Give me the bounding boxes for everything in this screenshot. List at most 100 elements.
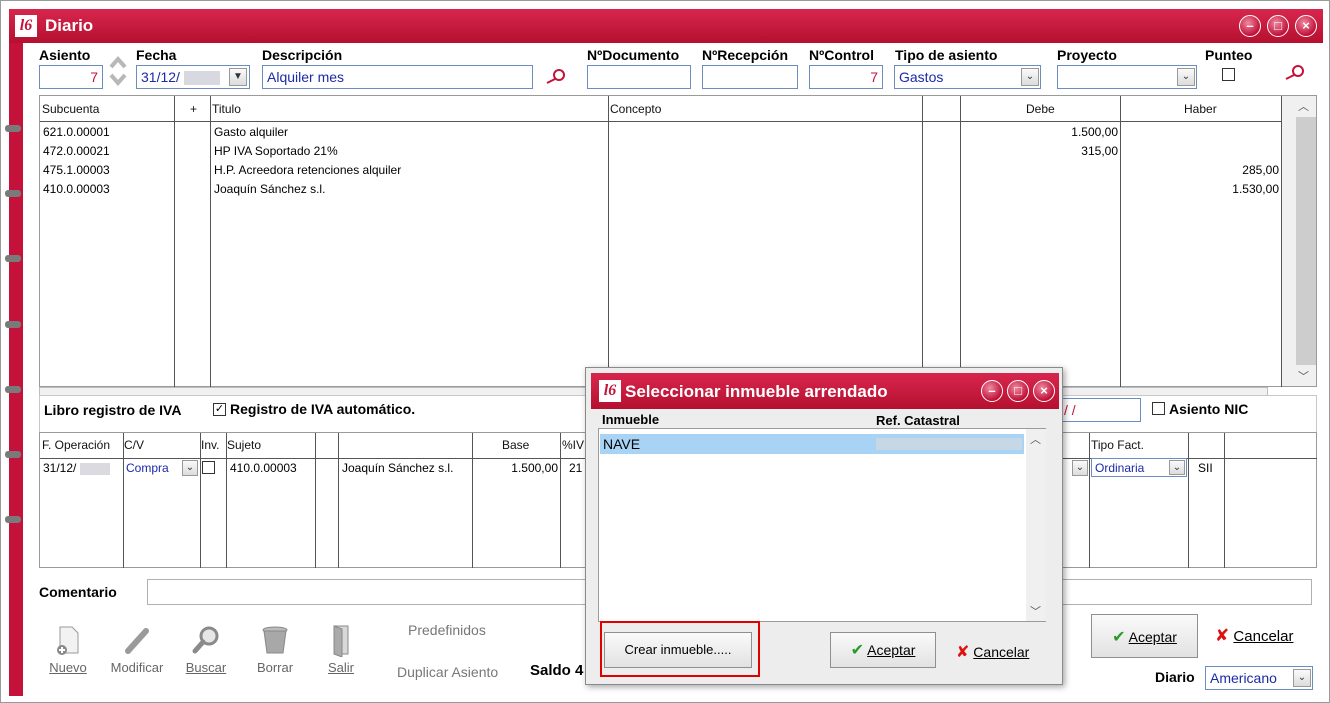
borrar-button[interactable]: Borrar bbox=[251, 623, 299, 675]
dialog-cancel-x-icon: ✘ bbox=[956, 644, 970, 661]
binder-ring-icon bbox=[5, 190, 21, 197]
row-subcuenta[interactable]: 621.0.00001 bbox=[43, 125, 110, 139]
nrecepcion-field[interactable] bbox=[702, 65, 798, 89]
tipo-fact-dropdown-icon[interactable]: ⌄ bbox=[1169, 460, 1185, 475]
iva-row-sii: SII bbox=[1198, 461, 1213, 475]
nuevo-button[interactable]: Nuevo bbox=[45, 623, 91, 675]
punteo-checkbox[interactable] bbox=[1222, 68, 1235, 81]
cv-dropdown-icon[interactable]: ⌄ bbox=[182, 460, 198, 476]
entries-scrollbar[interactable]: ︿ ﹀ bbox=[1282, 96, 1316, 386]
col-cv: C/V bbox=[124, 438, 145, 452]
modificar-button[interactable]: Modificar bbox=[107, 623, 167, 675]
diario-label: Diario bbox=[1155, 669, 1195, 685]
salir-button[interactable]: Salir bbox=[319, 623, 363, 675]
iva-inv-checkbox[interactable] bbox=[202, 461, 215, 474]
dialog-close-icon[interactable]: × bbox=[1033, 380, 1055, 402]
iva-row-piva[interactable]: 21 bbox=[569, 461, 582, 475]
col-piva: %IV bbox=[562, 438, 585, 452]
search-icon[interactable] bbox=[1283, 63, 1307, 81]
buscar-button[interactable]: Buscar bbox=[181, 623, 231, 675]
col-divider bbox=[608, 96, 609, 387]
col-f-operacion: F. Operación bbox=[42, 438, 111, 452]
descripcion-label: Descripción bbox=[262, 47, 343, 63]
iva-row-cv[interactable]: Compra bbox=[126, 461, 169, 475]
row-haber[interactable]: 285,00 bbox=[1122, 163, 1279, 177]
dialog-aceptar-label: Aceptar bbox=[867, 642, 916, 658]
predefinidos-button[interactable]: Predefinidos bbox=[408, 622, 486, 638]
col-inmueble: Inmueble bbox=[602, 412, 660, 427]
row-haber[interactable]: 1.530,00 bbox=[1122, 182, 1279, 196]
descripcion-field[interactable]: Alquiler mes bbox=[262, 65, 533, 89]
iva-section-label: Libro registro de IVA bbox=[44, 402, 182, 418]
aceptar-label: Aceptar bbox=[1128, 629, 1177, 645]
row-titulo[interactable]: Gasto alquiler bbox=[214, 125, 288, 139]
proyecto-select[interactable] bbox=[1057, 65, 1197, 89]
minimize-icon[interactable]: – bbox=[1239, 15, 1261, 37]
aceptar-button[interactable]: ✔ Aceptar bbox=[1091, 614, 1198, 658]
dialog-minimize-icon[interactable]: – bbox=[981, 380, 1003, 402]
row-subcuenta[interactable]: 475.1.00003 bbox=[43, 163, 110, 177]
proyecto-label: Proyecto bbox=[1057, 47, 1117, 63]
proyecto-dropdown-icon[interactable]: ⌄ bbox=[1177, 68, 1195, 86]
row-subcuenta[interactable]: 410.0.00003 bbox=[43, 182, 110, 196]
buscar-label: Buscar bbox=[185, 660, 227, 675]
row-titulo[interactable]: HP IVA Soportado 21% bbox=[214, 144, 338, 158]
ndocumento-field[interactable] bbox=[587, 65, 691, 89]
entries-grid: Subcuenta + Titulo Concepto Debe Haber 6… bbox=[39, 95, 1317, 387]
dialog-cancelar-button[interactable]: ✘ Cancelar bbox=[956, 642, 1029, 662]
maximize-icon[interactable]: □ bbox=[1267, 15, 1289, 37]
iva-fecha-redacted bbox=[79, 462, 110, 475]
asiento-field[interactable]: 7 bbox=[39, 65, 103, 89]
dialog-scroll-up-icon[interactable]: ︿ bbox=[1030, 431, 1041, 447]
tipo-asiento-label: Tipo de asiento bbox=[895, 47, 998, 63]
diario-dropdown-icon[interactable]: ⌄ bbox=[1293, 669, 1311, 687]
iva-row-sujeto[interactable]: 410.0.00003 bbox=[230, 461, 297, 475]
asiento-spinner-icon[interactable] bbox=[108, 53, 128, 89]
search-descripcion-icon[interactable] bbox=[544, 67, 568, 85]
dialog-scrollbar[interactable]: ︿ ﹀ bbox=[1026, 429, 1046, 621]
ncontrol-field[interactable]: 7 bbox=[809, 65, 883, 89]
fecha-dropdown-icon[interactable]: ▼ bbox=[229, 68, 247, 86]
row-titulo[interactable]: Joaquín Sánchez s.l. bbox=[214, 182, 325, 196]
iva-auto-checkbox[interactable]: ✓ bbox=[213, 403, 226, 416]
col-divider bbox=[226, 433, 227, 568]
dialog-aceptar-button[interactable]: ✔ Aceptar bbox=[830, 632, 936, 668]
row-titulo[interactable]: H.P. Acreedora retenciones alquiler bbox=[214, 163, 401, 177]
iva-row-base[interactable]: 1.500,00 bbox=[474, 461, 558, 475]
seleccionar-inmueble-dialog: l6 Seleccionar inmueble arrendado – □ × … bbox=[585, 367, 1063, 685]
iva-date-field[interactable]: / / bbox=[1059, 398, 1141, 422]
fecha-value: 31/12/ bbox=[141, 69, 180, 85]
ndocumento-label: NºDocumento bbox=[587, 47, 680, 63]
close-icon[interactable]: × bbox=[1295, 15, 1317, 37]
dialog-maximize-icon[interactable]: □ bbox=[1007, 380, 1029, 402]
comentario-label: Comentario bbox=[39, 584, 117, 600]
binder-ring-icon bbox=[5, 386, 21, 393]
cancelar-button[interactable]: ✘ Cancelar bbox=[1215, 626, 1293, 646]
duplicar-asiento-button[interactable]: Duplicar Asiento bbox=[397, 664, 498, 680]
dialog-scroll-down-icon[interactable]: ﹀ bbox=[1030, 603, 1041, 619]
scroll-down-icon[interactable]: ﹀ bbox=[1298, 368, 1309, 384]
fecha-label: Fecha bbox=[136, 47, 177, 63]
tipo-asiento-dropdown-icon[interactable]: ⌄ bbox=[1021, 68, 1039, 86]
iva-row-nombre[interactable]: Joaquín Sánchez s.l. bbox=[342, 461, 453, 475]
fecha-year-redacted bbox=[183, 71, 220, 86]
iva-row-fecha[interactable]: 31/12/ bbox=[43, 461, 110, 475]
list-item[interactable]: NAVE bbox=[600, 434, 1024, 454]
binder-ring-icon bbox=[5, 125, 21, 132]
binder-ring-icon bbox=[5, 516, 21, 523]
binder-ring-icon bbox=[5, 255, 21, 262]
row-debe[interactable]: 1.500,00 bbox=[962, 125, 1118, 139]
crear-inmueble-button[interactable]: Crear inmueble..... bbox=[604, 632, 752, 668]
row-debe[interactable]: 315,00 bbox=[962, 144, 1118, 158]
iva-col-dropdown-icon[interactable]: ⌄ bbox=[1072, 460, 1088, 476]
punteo-label: Punteo bbox=[1205, 47, 1253, 63]
dialog-logo-icon: l6 bbox=[599, 380, 621, 402]
scroll-up-icon[interactable]: ︿ bbox=[1298, 98, 1309, 114]
row-subcuenta[interactable]: 472.0.00021 bbox=[43, 144, 110, 158]
tipo-asiento-select[interactable]: Gastos bbox=[894, 65, 1041, 89]
check-icon: ✔ bbox=[1112, 629, 1126, 646]
col-sujeto: Sujeto bbox=[227, 438, 262, 452]
asiento-nic-checkbox[interactable] bbox=[1152, 402, 1165, 415]
entries-scroll-thumb[interactable] bbox=[1296, 117, 1316, 365]
iva-row-fecha-value: 31/12/ bbox=[43, 461, 77, 475]
